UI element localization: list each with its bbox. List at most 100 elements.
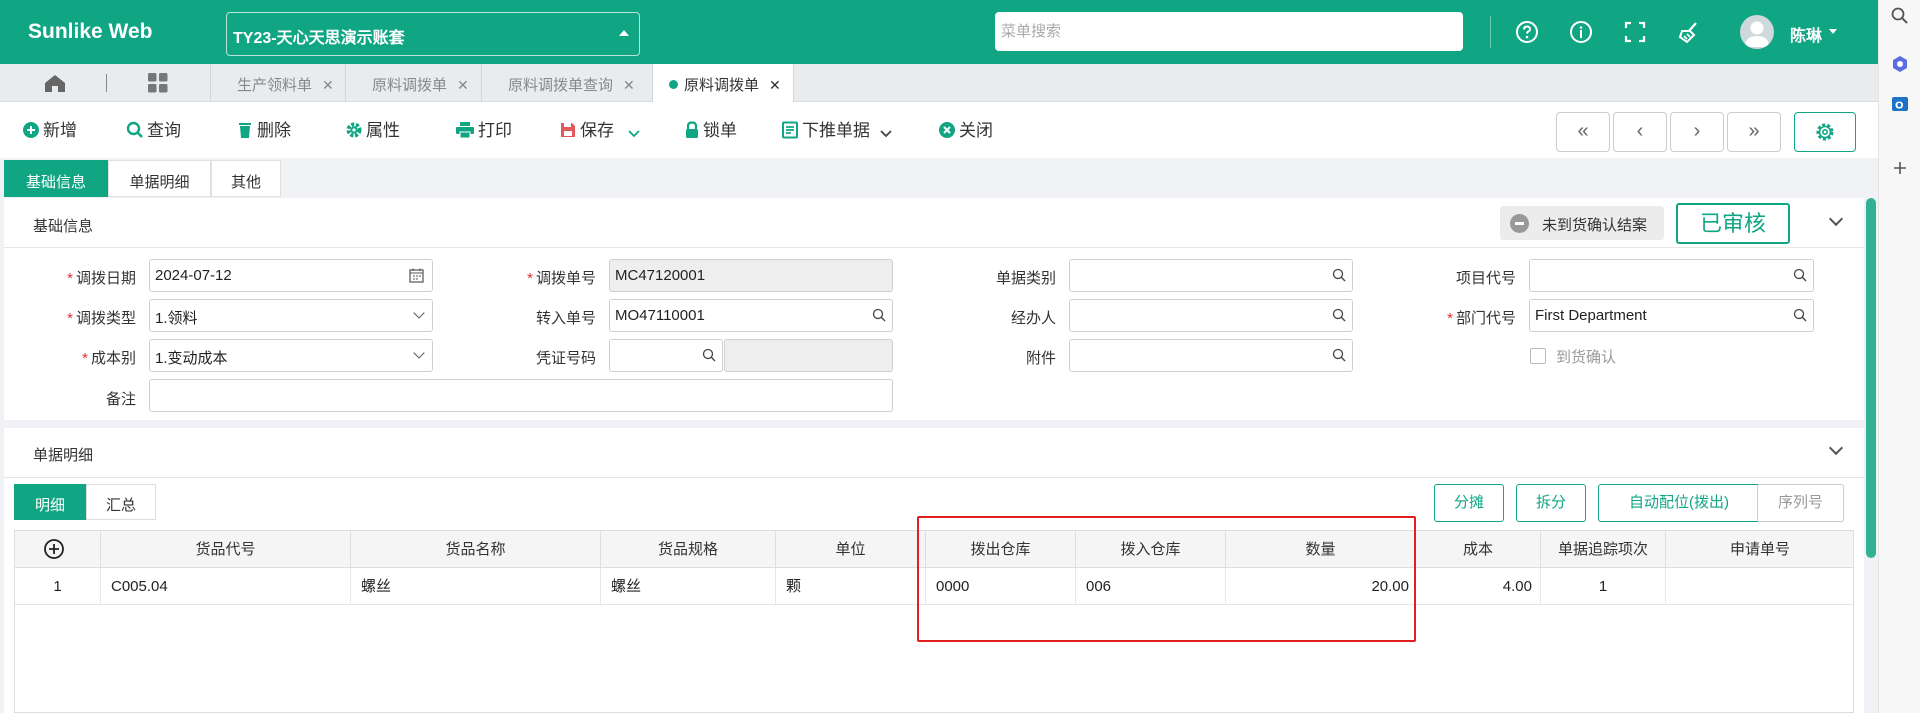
chevron-down-icon[interactable] xyxy=(1828,211,1844,227)
calendar-icon[interactable] xyxy=(409,268,424,283)
cost-type-select[interactable]: 1.变动成本 xyxy=(149,339,433,372)
info-icon[interactable] xyxy=(1568,19,1594,45)
plus-icon[interactable] xyxy=(1890,158,1910,178)
inbound-no-field[interactable]: MO47110001 xyxy=(609,299,893,332)
cell-apply-no[interactable] xyxy=(1666,568,1854,605)
close-button[interactable]: 关闭 xyxy=(938,120,993,142)
column-header[interactable]: 成本 xyxy=(1416,531,1541,568)
field-label-doc-category: 单据类别 xyxy=(995,270,1056,287)
arrival-confirm-label: 到货确认 xyxy=(1556,349,1617,366)
subtab-summary[interactable]: 汇总 xyxy=(86,484,156,520)
split-button[interactable]: 拆分 xyxy=(1516,484,1586,522)
search-icon[interactable] xyxy=(702,348,716,362)
account-selector[interactable]: TY23-天心天思演示账套 xyxy=(226,12,640,56)
field-label-transfer-no: * 调拨单号 xyxy=(527,270,596,287)
column-header[interactable]: 货品规格 xyxy=(601,531,776,568)
close-icon[interactable]: ✕ xyxy=(769,77,781,93)
prev-record-button[interactable]: ‹ xyxy=(1613,112,1667,152)
doc-category-field[interactable] xyxy=(1069,259,1353,292)
column-header[interactable]: 货品名称 xyxy=(351,531,601,568)
vertical-scrollbar[interactable] xyxy=(1866,198,1876,558)
tab-production-picking[interactable]: 生产领料单 ✕ xyxy=(210,64,346,102)
query-button[interactable]: 查询 xyxy=(126,120,181,142)
remark-field[interactable] xyxy=(149,379,893,412)
tab-label: 生产领料单 xyxy=(237,77,313,94)
new-button[interactable]: 新增 xyxy=(22,120,77,142)
column-header[interactable]: 单据追踪项次 xyxy=(1541,531,1666,568)
transfer-date-field[interactable]: 2024-07-12 xyxy=(149,259,433,292)
cell-unit[interactable]: 颗 xyxy=(776,568,926,605)
copilot-icon[interactable] xyxy=(1890,54,1910,74)
handler-field[interactable] xyxy=(1069,299,1353,332)
arrival-confirm-checkbox[interactable] xyxy=(1530,348,1546,364)
header-divider xyxy=(1490,16,1491,48)
document-list-icon xyxy=(782,121,798,139)
allocate-button[interactable]: 分摊 xyxy=(1434,484,1504,522)
tab-doc-detail[interactable]: 单据明细 xyxy=(108,160,211,197)
caret-down-icon[interactable] xyxy=(1829,29,1837,34)
push-down-button[interactable]: 下推单据 xyxy=(781,120,896,142)
search-icon[interactable] xyxy=(1332,268,1346,282)
print-button[interactable]: 打印 xyxy=(455,120,512,142)
tab-material-transfer-active[interactable]: 原料调拨单 ✕ xyxy=(652,64,794,102)
subtab-detail[interactable]: 明细 xyxy=(14,484,86,520)
unconfirmed-close-button[interactable]: 未到货确认结案 xyxy=(1500,206,1664,240)
cell-spec[interactable]: 螺丝 xyxy=(601,568,776,605)
save-button[interactable]: 保存 xyxy=(559,120,644,142)
attachment-field[interactable] xyxy=(1069,339,1353,372)
chevron-down-icon[interactable] xyxy=(627,129,641,139)
add-circle-icon[interactable] xyxy=(43,538,65,560)
search-icon[interactable] xyxy=(1793,268,1807,282)
avatar[interactable] xyxy=(1740,15,1774,49)
close-icon[interactable]: ✕ xyxy=(623,77,635,93)
menu-search-input[interactable] xyxy=(995,12,1463,51)
tab-material-transfer[interactable]: 原料调拨单 ✕ xyxy=(345,64,481,102)
properties-button[interactable]: 属性 xyxy=(345,120,400,142)
serial-number-button[interactable]: 序列号 xyxy=(1757,484,1844,522)
cell-cost[interactable]: 4.00 xyxy=(1416,568,1541,605)
column-header[interactable]: 申请单号 xyxy=(1666,531,1854,568)
delete-button[interactable]: 删除 xyxy=(236,120,291,142)
tab-material-transfer-query[interactable]: 原料调拨单查询 ✕ xyxy=(481,64,647,102)
tab-other[interactable]: 其他 xyxy=(211,160,281,197)
grid-apps-icon[interactable] xyxy=(146,72,170,94)
cell-item-name[interactable]: 螺丝 xyxy=(351,568,601,605)
search-icon[interactable] xyxy=(1793,308,1807,322)
first-record-button[interactable]: « xyxy=(1556,112,1610,152)
username[interactable]: 陈琳 xyxy=(1790,22,1822,46)
chevron-down-icon xyxy=(413,307,425,319)
field-label-inbound-no: 转入单号 xyxy=(535,310,596,327)
search-icon[interactable] xyxy=(1890,6,1910,26)
dept-code-field[interactable]: First Department xyxy=(1529,299,1814,332)
transfer-no-field[interactable]: MC47120001 xyxy=(609,259,893,292)
home-icon[interactable] xyxy=(42,72,68,94)
search-icon[interactable] xyxy=(1332,308,1346,322)
broom-clean-icon[interactable] xyxy=(1676,19,1702,45)
field-label-remark: 备注 xyxy=(105,391,136,408)
column-header[interactable]: 货品代号 xyxy=(101,531,351,568)
minus-circle-icon xyxy=(1510,214,1529,233)
voucher-no-field[interactable] xyxy=(609,339,723,372)
add-row-cell[interactable] xyxy=(15,531,101,568)
search-icon[interactable] xyxy=(1332,348,1346,362)
close-icon[interactable]: ✕ xyxy=(322,77,334,93)
next-record-button[interactable]: › xyxy=(1670,112,1724,152)
close-icon[interactable]: ✕ xyxy=(457,77,469,93)
settings-button[interactable] xyxy=(1794,112,1856,152)
last-record-button[interactable]: » xyxy=(1727,112,1781,152)
chevron-down-icon[interactable] xyxy=(879,129,893,139)
cell-item-code[interactable]: C005.04 xyxy=(101,568,351,605)
transfer-type-select[interactable]: 1.领料 xyxy=(149,299,433,332)
fullscreen-icon[interactable] xyxy=(1622,19,1648,45)
search-icon[interactable] xyxy=(872,308,886,322)
column-header[interactable]: 单位 xyxy=(776,531,926,568)
cell-trace-item[interactable]: 1 xyxy=(1541,568,1666,605)
outlook-icon[interactable]: O xyxy=(1890,94,1910,114)
project-code-field[interactable] xyxy=(1529,259,1814,292)
lock-button[interactable]: 锁单 xyxy=(684,120,737,142)
svg-text:O: O xyxy=(1895,101,1904,112)
auto-allocate-button[interactable]: 自动配位(拨出) xyxy=(1598,484,1760,522)
help-icon[interactable] xyxy=(1514,19,1540,45)
chevron-down-icon[interactable] xyxy=(1828,440,1844,456)
tab-basic-info[interactable]: 基础信息 xyxy=(4,160,108,197)
